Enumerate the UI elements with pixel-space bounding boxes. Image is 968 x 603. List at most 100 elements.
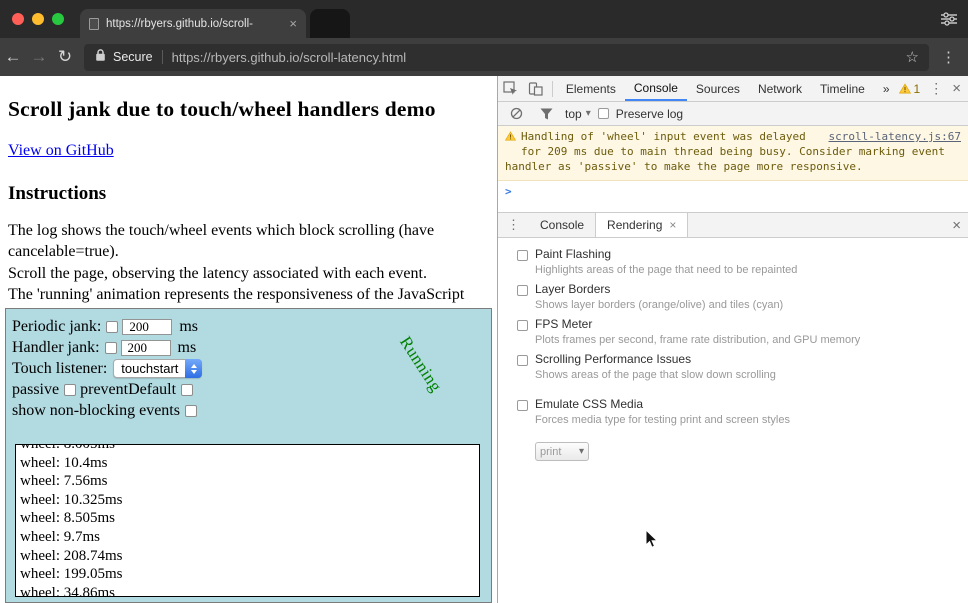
clear-console-icon[interactable] xyxy=(510,107,523,120)
warning-triangle-icon xyxy=(899,83,911,94)
nonblocking-checkbox[interactable] xyxy=(185,405,197,417)
page-content: Scroll jank due to touch/wheel handlers … xyxy=(0,76,497,603)
drawer-right: × xyxy=(952,217,968,234)
instructions-heading: Instructions xyxy=(8,183,489,205)
option-label: Paint Flashing xyxy=(535,248,797,261)
preserve-log-label: Preserve log xyxy=(616,107,683,121)
minimize-window-button[interactable] xyxy=(32,13,44,25)
option-layer-borders: Layer Borders Shows layer borders (orang… xyxy=(517,283,960,311)
log-entry: wheel: 9.7ms xyxy=(20,528,479,547)
drawer-tab-rendering[interactable]: Rendering × xyxy=(595,213,688,237)
url-text[interactable]: https://rbyers.github.io/scroll-latency.… xyxy=(172,50,898,65)
option-desc: Shows areas of the page that slow down s… xyxy=(535,369,776,381)
handler-jank-input[interactable] xyxy=(121,340,171,356)
address-bar[interactable]: Secure https://rbyers.github.io/scroll-l… xyxy=(84,44,929,71)
devtools-close-icon[interactable]: × xyxy=(952,80,961,97)
tab-close-icon[interactable]: × xyxy=(289,16,297,31)
browser-menu-icon[interactable]: ⋮ xyxy=(935,48,968,66)
instructions-paragraph: The log shows the touch/wheel events whi… xyxy=(8,220,489,305)
instructions-line-1: The log shows the touch/wheel events whi… xyxy=(8,220,489,263)
periodic-jank-row: Periodic jank: ms xyxy=(12,317,491,336)
tab-elements[interactable]: Elements xyxy=(557,76,625,101)
tab-console[interactable]: Console xyxy=(625,76,687,101)
back-button[interactable]: ← xyxy=(0,47,26,67)
devtools-toolbar: Elements Console Sources Network Timelin… xyxy=(498,76,968,102)
option-emulate-css-media: Emulate CSS Media Forces media type for … xyxy=(517,398,960,426)
reload-button[interactable]: ↻ xyxy=(52,47,78,67)
log-entry: wheel: 199.05ms xyxy=(20,565,479,584)
periodic-jank-input[interactable] xyxy=(122,319,172,335)
option-desc: Forces media type for testing print and … xyxy=(535,414,790,426)
controls-panel: Periodic jank: ms Handler jank: ms Touch… xyxy=(5,308,492,603)
periodic-jank-checkbox[interactable] xyxy=(106,321,118,333)
tab-timeline[interactable]: Timeline xyxy=(811,76,874,101)
option-label: FPS Meter xyxy=(535,318,860,331)
fps-meter-checkbox[interactable] xyxy=(517,320,528,331)
periodic-jank-label: Periodic jank: xyxy=(12,318,101,336)
warning-count: 1 xyxy=(914,82,921,96)
touch-listener-select[interactable]: touchstart xyxy=(113,359,202,378)
console-prompt[interactable]: > xyxy=(498,181,968,202)
event-log[interactable]: wheel: 8.005ms wheel: 10.4ms wheel: 7.56… xyxy=(15,444,480,597)
console-warning-message: scroll-latency.js:67 Handling of 'wheel'… xyxy=(498,126,968,181)
tab-strip: https://rbyers.github.io/scroll- × xyxy=(0,0,968,38)
device-toolbar-icon[interactable] xyxy=(528,82,543,96)
page-title: Scroll jank due to touch/wheel handlers … xyxy=(8,97,489,122)
log-entry: wheel: 8.505ms xyxy=(20,509,479,528)
css-media-value: print xyxy=(540,446,561,458)
handler-jank-unit: ms xyxy=(178,339,197,357)
passive-row: passive preventDefault xyxy=(12,380,491,399)
filter-icon[interactable] xyxy=(540,108,553,120)
instructions-line-3: The 'running' animation represents the r… xyxy=(8,284,489,305)
drawer-menu-icon[interactable]: ⋮ xyxy=(498,217,529,233)
touch-listener-label: Touch listener: xyxy=(12,360,107,378)
scrolling-performance-checkbox[interactable] xyxy=(517,355,528,366)
preserve-log-checkbox[interactable] xyxy=(598,108,609,119)
active-tab[interactable]: https://rbyers.github.io/scroll- × xyxy=(80,9,306,38)
inspect-element-icon[interactable] xyxy=(503,81,518,96)
paint-flashing-checkbox[interactable] xyxy=(517,250,528,261)
drawer-tab-close-icon[interactable]: × xyxy=(669,218,676,232)
log-entry: wheel: 10.4ms xyxy=(20,454,479,473)
forward-button[interactable]: → xyxy=(26,47,52,67)
tab-network[interactable]: Network xyxy=(749,76,811,101)
select-stepper-icon xyxy=(185,359,202,378)
bookmark-star-icon[interactable]: ☆ xyxy=(906,48,919,66)
chevron-down-icon: ▾ xyxy=(579,446,584,457)
devtools-menu-icon[interactable]: ⋮ xyxy=(929,80,943,97)
option-desc: Shows layer borders (orange/olive) and t… xyxy=(535,299,783,311)
rendering-panel: Paint Flashing Highlights areas of the p… xyxy=(498,238,968,603)
drawer-tab-rendering-label: Rendering xyxy=(607,218,662,232)
zoom-window-button[interactable] xyxy=(52,13,64,25)
log-entry: wheel: 10.325ms xyxy=(20,491,479,510)
touch-listener-value: touchstart xyxy=(121,361,178,376)
warning-icon xyxy=(505,131,516,146)
close-window-button[interactable] xyxy=(12,13,24,25)
css-media-select[interactable]: print ▾ xyxy=(535,442,589,461)
background-tab[interactable] xyxy=(310,9,350,38)
devtools-toolbar-right: 1 ⋮ × xyxy=(899,80,968,97)
preventdefault-checkbox[interactable] xyxy=(181,384,193,396)
github-link[interactable]: View on GitHub xyxy=(8,142,114,160)
instructions-line-2: Scroll the page, observing the latency a… xyxy=(8,263,489,284)
passive-label: passive xyxy=(12,381,59,399)
emulate-css-media-checkbox[interactable] xyxy=(517,400,528,411)
warning-count-badge[interactable]: 1 xyxy=(899,82,921,96)
layer-borders-checkbox[interactable] xyxy=(517,285,528,296)
execution-context-select[interactable]: top ▾ xyxy=(565,107,591,121)
source-location-link[interactable]: scroll-latency.js:67 xyxy=(829,130,961,145)
drawer-tab-console[interactable]: Console xyxy=(529,213,595,237)
handler-jank-label: Handler jank: xyxy=(12,339,100,357)
log-entry-clipped: wheel: 8.005ms xyxy=(20,444,479,454)
tab-sources[interactable]: Sources xyxy=(687,76,749,101)
nonblocking-label: show non-blocking events xyxy=(12,402,180,420)
settings-sliders-icon[interactable] xyxy=(940,11,958,32)
drawer-close-icon[interactable]: × xyxy=(952,217,961,234)
periodic-jank-unit: ms xyxy=(179,318,198,336)
devtools-panel: Elements Console Sources Network Timelin… xyxy=(497,76,968,603)
tab-overflow-chevron[interactable]: » xyxy=(874,76,899,101)
passive-checkbox[interactable] xyxy=(64,384,76,396)
handler-jank-checkbox[interactable] xyxy=(105,342,117,354)
option-desc: Plots frames per second, frame rate dist… xyxy=(535,334,860,346)
nonblocking-row: show non-blocking events xyxy=(12,401,491,420)
